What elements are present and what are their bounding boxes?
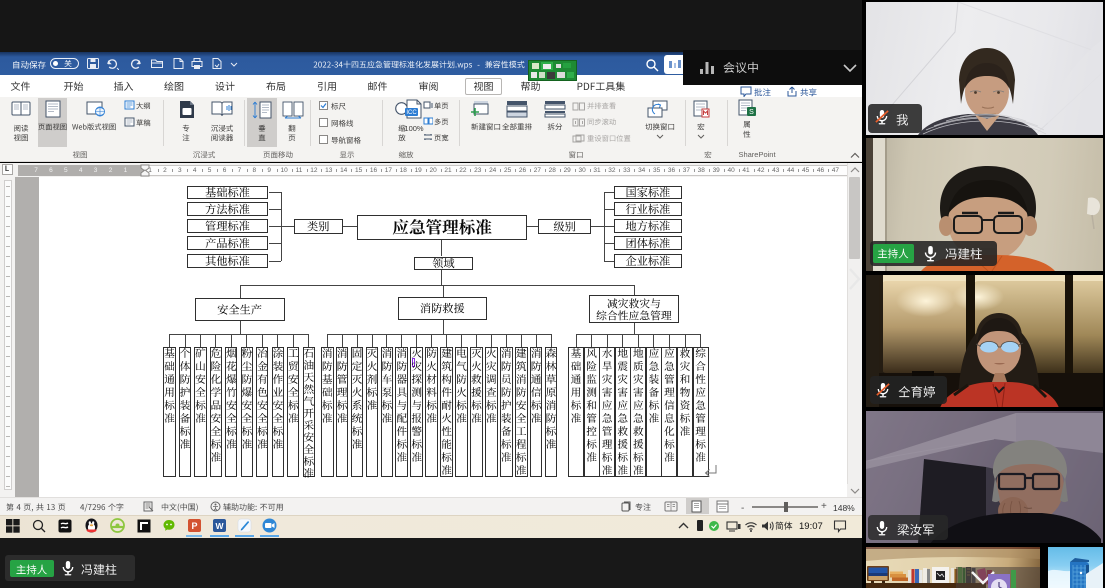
svg-text:S: S <box>749 109 754 116</box>
svg-text:ICC: ICC <box>406 110 417 116</box>
svg-text:W: W <box>215 521 224 531</box>
svg-text:P: P <box>191 521 197 531</box>
